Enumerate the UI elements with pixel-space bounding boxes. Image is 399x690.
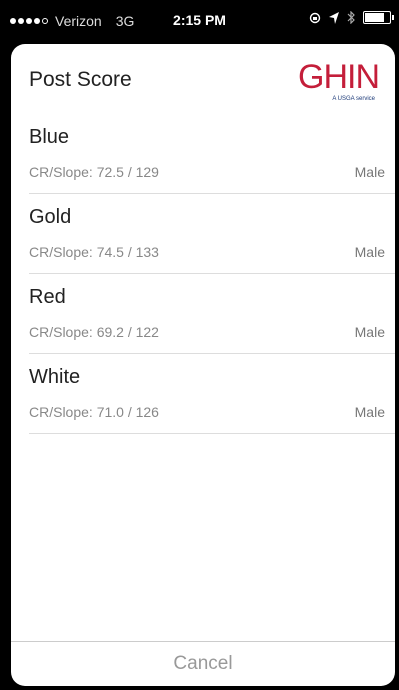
tee-rating-slope: CR/Slope: 74.5 / 133 (29, 244, 159, 260)
tee-name: White (29, 366, 81, 388)
sheet-footer: Cancel (11, 641, 395, 686)
sheet-header: Post Score GHIN A USGA service (11, 44, 395, 114)
tee-rating-slope: CR/Slope: 72.5 / 129 (29, 164, 159, 180)
tee-row-white[interactable]: White CR/Slope: 71.0 / 126 Male (29, 354, 395, 434)
tee-gender: Male (354, 244, 385, 260)
tee-row-gold[interactable]: Gold CR/Slope: 74.5 / 133 Male (29, 194, 395, 274)
logo-subtext: A USGA service (332, 96, 375, 102)
bluetooth-icon (347, 11, 355, 24)
tee-gender: Male (354, 164, 385, 180)
tee-name: Blue (29, 126, 70, 148)
status-bar: Verizon 3G 2:15 PM (0, 0, 399, 40)
ghin-logo: GHIN A USGA service (295, 58, 380, 104)
tee-row-red[interactable]: Red CR/Slope: 69.2 / 122 Male (29, 274, 395, 354)
tee-list: Blue CR/Slope: 72.5 / 129 Male Gold CR/S… (11, 114, 395, 434)
location-icon (329, 11, 339, 24)
status-right (309, 11, 394, 24)
page-title: Post Score (29, 68, 132, 91)
post-score-sheet: Post Score GHIN A USGA service Blue CR/S… (11, 44, 395, 686)
tee-rating-slope: CR/Slope: 71.0 / 126 (29, 404, 159, 420)
rotation-lock-icon (309, 12, 321, 23)
logo-text: GHIN (298, 58, 380, 96)
tee-gender: Male (354, 324, 385, 340)
tee-name: Red (29, 286, 66, 308)
tee-gender: Male (354, 404, 385, 420)
battery-icon (363, 11, 394, 24)
cancel-button[interactable]: Cancel (173, 653, 232, 675)
tee-row-blue[interactable]: Blue CR/Slope: 72.5 / 129 Male (29, 114, 395, 194)
tee-name: Gold (29, 206, 72, 228)
tee-rating-slope: CR/Slope: 69.2 / 122 (29, 324, 159, 340)
